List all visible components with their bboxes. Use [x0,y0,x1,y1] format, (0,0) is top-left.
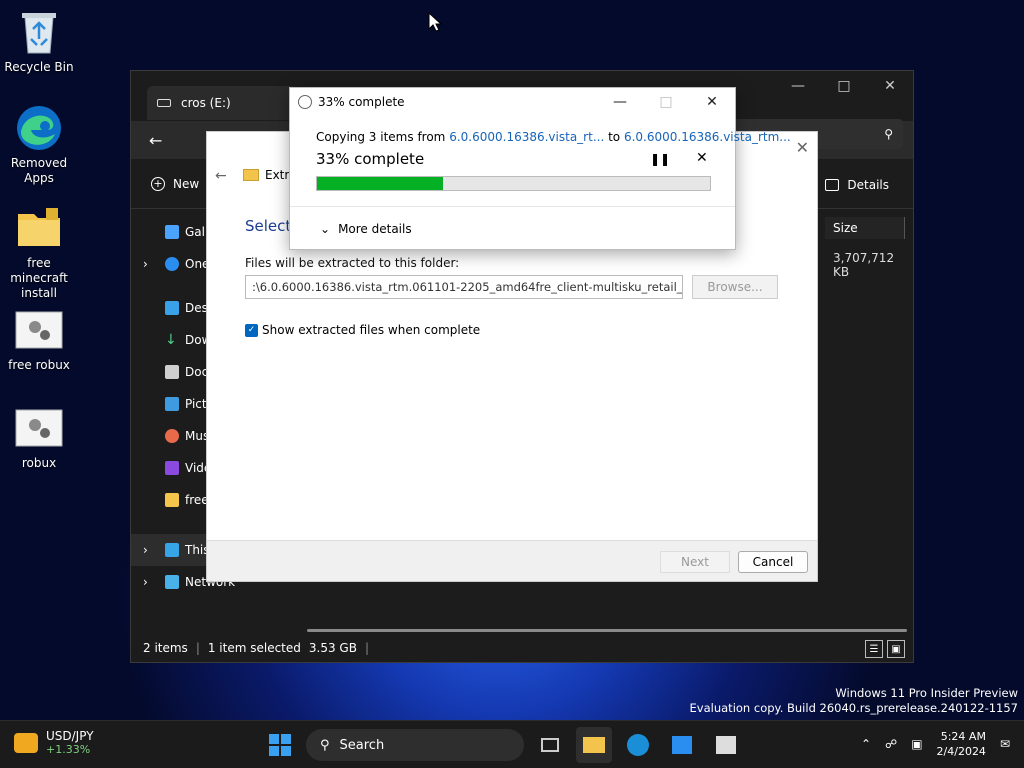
document-icon [165,365,179,379]
desktop-icon-free-robux[interactable]: free robux [0,306,78,373]
details-button[interactable]: Details [825,178,889,192]
column-header-size[interactable]: Size [825,217,905,239]
clock-icon [298,95,312,109]
folder-icon [165,493,179,507]
network-icon [165,575,179,589]
expand-chevron-icon[interactable]: › [143,257,148,271]
search-icon: ⚲ [320,737,330,753]
widgets-button[interactable]: USD/JPY +1.33% [14,729,94,756]
details-label: Details [847,178,889,192]
task-view-icon[interactable] [532,727,568,763]
chevron-down-icon: ⌄ [320,222,331,236]
clock[interactable]: 5:24 AM 2/4/2024 [937,729,986,759]
store-taskbar-icon[interactable] [664,727,700,763]
source-link[interactable]: 6.0.6000.16386.vista_rt... [449,130,604,144]
onedrive-icon [165,257,179,271]
currency-coins-icon [14,732,38,753]
taskbar-search[interactable]: ⚲ Search [306,729,524,761]
settings-file-icon [15,306,63,354]
tiles-view-icon[interactable]: ▣ [887,640,905,658]
desktop-icon-label: free minecraft install [10,256,68,300]
browse-button[interactable]: Browse... [692,275,778,299]
pause-button[interactable]: ❚❚ [650,152,670,166]
windows-logo-icon [269,734,291,756]
progress-bar [316,176,711,191]
close-button[interactable]: ✕ [867,71,913,101]
desktop-icon-robux[interactable]: robux [0,404,78,471]
new-button[interactable]: New [173,177,199,191]
desktop-icon [165,301,179,315]
wizard-footer: Next Cancel [207,540,817,581]
recycle-bin-icon [15,8,63,56]
desktop-icon-label: Recycle Bin [4,60,74,74]
progress-text: 33% complete [316,150,425,168]
edge-taskbar-icon[interactable] [620,727,656,763]
mouse-cursor-icon [428,12,442,32]
notification-icon[interactable]: ✉ [1000,737,1010,751]
checkbox-checked[interactable]: ✓ [245,323,258,337]
folder-icon [15,204,63,252]
wizard-title: Select [245,217,292,235]
computer-icon [165,543,179,557]
desktop-icon-label: robux [21,456,57,470]
destination-link[interactable]: 6.0.6000.16386.vista_rtm... [624,130,791,144]
evaluation-watermark: Windows 11 Pro Insider Preview Evaluatio… [689,686,1018,715]
network-status-icon[interactable]: ☍ [885,737,897,751]
destination-path-input[interactable]: :\6.0.6000.16386.vista_rtm.061101-2205_a… [245,275,683,299]
show-files-checkbox-row[interactable]: ✓ Show extracted files when complete [245,323,480,337]
zip-folder-icon [243,169,259,181]
desktop-icon-label: Removed Apps [10,156,68,185]
settings-file-icon [15,404,63,452]
next-button[interactable]: Next [660,551,730,573]
horizontal-scrollbar[interactable] [307,629,907,632]
edge-icon [15,104,63,152]
setup-taskbar-icon[interactable] [708,727,744,763]
desktop-icon-removed-apps[interactable]: Removed Apps [0,104,78,186]
chevron-up-icon[interactable]: ⌃ [861,737,871,751]
desktop-icon-free-minecraft-install[interactable]: free minecraft install [0,204,78,301]
picture-icon [165,397,179,411]
expand-chevron-icon[interactable]: › [143,543,148,557]
minimize-button[interactable]: — [775,71,821,101]
music-icon [165,429,179,443]
drive-icon [157,99,171,107]
explorer-tab[interactable]: cros (E:) [147,86,297,120]
download-icon: ↓ [165,332,177,348]
destination-label: Files will be extracted to this folder: [245,256,460,270]
dialog-title: 33% complete [318,95,405,109]
maximize-button[interactable]: □ [821,71,867,101]
details-pane-icon [825,179,840,191]
more-details-toggle[interactable]: ⌄ More details [320,222,412,236]
cancel-button[interactable]: Cancel [738,551,808,573]
item-count: 2 items [143,641,188,655]
checkbox-label: Show extracted files when complete [262,323,481,337]
expand-chevron-icon[interactable]: › [143,575,148,589]
desktop-icon-label: free robux [8,358,70,372]
selected-count: 1 item selected [207,641,301,655]
file-size-value: 3,707,712 KB [833,251,895,279]
back-arrow-icon[interactable]: ← [215,168,227,184]
status-bar: 2 items | 1 item selected 3.53 GB | [143,641,370,655]
display-icon[interactable]: ▣ [911,737,922,751]
taskbar: USD/JPY +1.33% ⚲ Search ⌃ ☍ ▣ 5:24 AM 2/… [0,720,1024,768]
file-explorer-taskbar-icon[interactable] [576,727,612,763]
close-icon[interactable]: ✕ [796,138,809,157]
video-icon [165,461,179,475]
desktop-icon-recycle-bin[interactable]: Recycle Bin [0,8,78,75]
copy-progress-dialog: 33% complete — □ ✕ Copying 3 items from … [289,87,791,250]
minimize-button[interactable]: — [597,88,643,116]
back-arrow-icon[interactable]: ← [149,131,162,150]
start-button[interactable] [262,727,298,763]
maximize-button: □ [659,94,673,110]
tab-title: cros (E:) [181,96,231,110]
details-view-icon[interactable]: ☰ [865,640,883,658]
cancel-copy-button[interactable]: ✕ [696,150,708,166]
selected-size: 3.53 GB [308,641,357,655]
new-plus-icon: + [151,176,165,191]
copy-description: Copying 3 items from 6.0.6000.16386.vist… [316,130,791,144]
gallery-icon [165,225,179,239]
progress-bar-fill [317,177,443,190]
close-button[interactable]: ✕ [689,88,735,116]
search-icon: ⚲ [884,127,893,141]
